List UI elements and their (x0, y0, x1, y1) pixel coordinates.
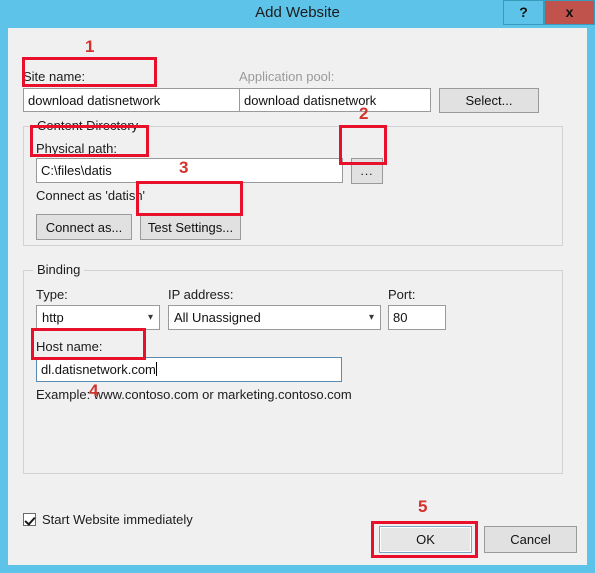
ok-button[interactable]: OK (379, 526, 472, 553)
annotation-number-4: 4 (89, 381, 99, 400)
start-website-label: Start Website immediately (42, 512, 193, 527)
annotation-number-2: 2 (359, 104, 369, 123)
site-name-input[interactable]: download datisnetwork (23, 88, 241, 112)
content-directory-group-label: Content Directory (33, 118, 143, 133)
binding-group-label: Binding (33, 262, 85, 277)
browse-physical-path-button[interactable]: ... (351, 158, 383, 184)
select-app-pool-button[interactable]: Select... (439, 88, 539, 113)
annotation-number-5: 5 (418, 497, 428, 516)
host-name-example: Example: www.contoso.com or marketing.co… (36, 387, 352, 402)
application-pool-input[interactable]: download datisnetwork (239, 88, 431, 112)
host-name-value: dl.datisnetwork.com (41, 362, 156, 377)
annotation-number-1: 1 (85, 37, 95, 56)
physical-path-input[interactable]: C:\files\datis (36, 158, 343, 183)
dialog-client-area: Site name: download datisnetwork Applica… (8, 28, 587, 565)
port-input[interactable]: 80 (388, 305, 446, 330)
chevron-down-icon: ▾ (147, 312, 153, 323)
port-label: Port: (388, 287, 416, 302)
ip-address-combo[interactable]: All Unassigned ▾ (168, 305, 381, 330)
connect-as-status: Connect as 'datisn' (36, 188, 146, 203)
start-website-checkbox-row[interactable]: Start Website immediately (23, 512, 193, 527)
connect-as-button[interactable]: Connect as... (36, 214, 132, 240)
ip-address-label: IP address: (168, 287, 234, 302)
add-website-dialog: Add Website ? x Site name: download dati… (0, 0, 595, 573)
text-caret (155, 362, 157, 376)
binding-type-label: Type: (36, 287, 68, 302)
help-button[interactable]: ? (503, 0, 544, 25)
ip-address-value: All Unassigned (174, 310, 261, 325)
application-pool-label: Application pool: (239, 69, 335, 84)
chevron-down-icon: ▾ (368, 312, 374, 323)
test-settings-button[interactable]: Test Settings... (140, 214, 241, 240)
cancel-button[interactable]: Cancel (484, 526, 577, 553)
binding-type-combo[interactable]: http ▾ (36, 305, 160, 330)
physical-path-label: Physical path: (36, 141, 117, 156)
annotation-number-3: 3 (179, 158, 189, 177)
close-button[interactable]: x (544, 0, 595, 25)
checkbox-checked-icon[interactable] (23, 513, 36, 526)
title-bar: Add Website ? x (0, 0, 595, 28)
binding-type-value: http (42, 310, 64, 325)
host-name-input[interactable]: dl.datisnetwork.com (36, 357, 342, 382)
site-name-label: Site name: (23, 69, 86, 84)
host-name-label: Host name: (36, 339, 103, 354)
